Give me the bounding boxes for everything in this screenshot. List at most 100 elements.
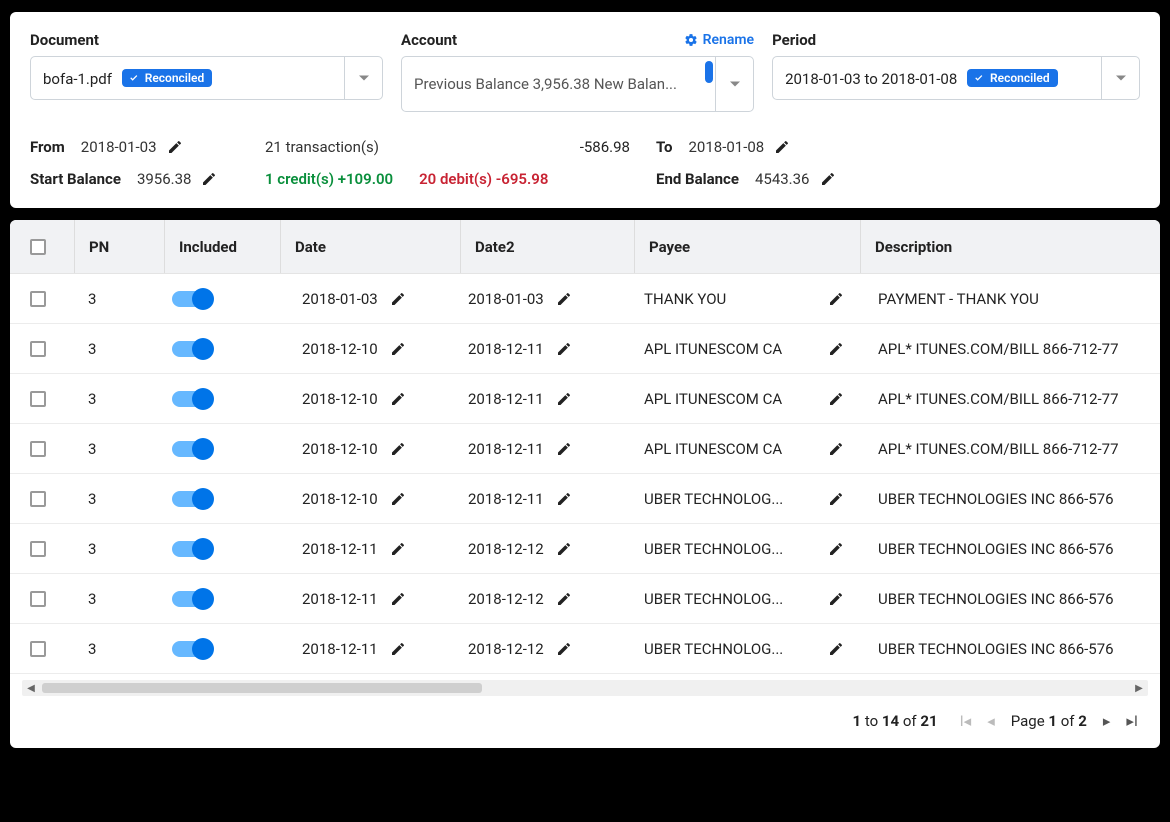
included-toggle[interactable] bbox=[172, 591, 212, 607]
row-checkbox[interactable] bbox=[30, 591, 46, 607]
row-checkbox[interactable] bbox=[30, 341, 46, 357]
edit-icon[interactable] bbox=[556, 291, 572, 307]
row-checkbox[interactable] bbox=[30, 441, 46, 457]
cell-description: PAYMENT - THANK YOU bbox=[860, 290, 1146, 308]
edit-icon[interactable] bbox=[201, 171, 217, 187]
table-row: 32018-01-032018-01-03THANK YOUPAYMENT - … bbox=[10, 274, 1160, 324]
credits-summary: 1 credit(s) +109.00 bbox=[265, 170, 393, 188]
account-select[interactable]: Previous Balance 3,956.38 New Balan... bbox=[401, 56, 754, 112]
select-all-checkbox[interactable] bbox=[30, 239, 46, 255]
edit-icon[interactable] bbox=[556, 541, 572, 557]
col-description[interactable]: Description bbox=[860, 220, 1146, 273]
chevron-down-icon[interactable] bbox=[715, 57, 753, 111]
row-checkbox[interactable] bbox=[30, 391, 46, 407]
edit-icon[interactable] bbox=[390, 491, 406, 507]
edit-icon[interactable] bbox=[774, 139, 790, 155]
edit-icon[interactable] bbox=[390, 591, 406, 607]
end-balance-label: End Balance bbox=[656, 170, 739, 188]
cell-date: 2018-12-11 bbox=[302, 540, 378, 558]
edit-icon[interactable] bbox=[828, 541, 844, 557]
start-balance-label: Start Balance bbox=[30, 170, 121, 188]
col-included[interactable]: Included bbox=[164, 220, 280, 273]
edit-icon[interactable] bbox=[556, 391, 572, 407]
col-date[interactable]: Date bbox=[280, 220, 460, 273]
edit-icon[interactable] bbox=[390, 441, 406, 457]
col-date2[interactable]: Date2 bbox=[460, 220, 634, 273]
document-select[interactable]: bofa-1.pdf Reconciled bbox=[30, 56, 383, 100]
edit-icon[interactable] bbox=[828, 591, 844, 607]
edit-icon[interactable] bbox=[167, 139, 183, 155]
reconciled-badge: Reconciled bbox=[122, 69, 213, 87]
cell-pn: 3 bbox=[74, 640, 164, 658]
cell-date2: 2018-12-12 bbox=[468, 540, 544, 558]
resize-handle-icon[interactable] bbox=[705, 61, 713, 83]
table-row: 32018-12-102018-12-11APL ITUNESCOM CAAPL… bbox=[10, 374, 1160, 424]
row-checkbox[interactable] bbox=[30, 491, 46, 507]
cell-pn: 3 bbox=[74, 440, 164, 458]
col-pn[interactable]: PN bbox=[74, 220, 164, 273]
edit-icon[interactable] bbox=[556, 341, 572, 357]
edit-icon[interactable] bbox=[390, 341, 406, 357]
edit-icon[interactable] bbox=[390, 641, 406, 657]
edit-icon[interactable] bbox=[390, 541, 406, 557]
cell-payee: APL ITUNESCOM CA bbox=[644, 390, 782, 408]
period-select[interactable]: 2018-01-03 to 2018-01-08 Reconciled bbox=[772, 56, 1140, 100]
edit-icon[interactable] bbox=[828, 391, 844, 407]
scroll-right-icon[interactable]: ▶ bbox=[1132, 681, 1146, 695]
edit-icon[interactable] bbox=[820, 171, 836, 187]
edit-icon[interactable] bbox=[828, 491, 844, 507]
cell-description: APL* ITUNES.COM/BILL 866-712-77 bbox=[860, 340, 1146, 358]
end-balance-value: 4543.36 bbox=[755, 170, 810, 188]
cell-date2: 2018-12-12 bbox=[468, 590, 544, 608]
row-checkbox[interactable] bbox=[30, 291, 46, 307]
scroll-left-icon[interactable]: ◀ bbox=[24, 681, 38, 695]
edit-icon[interactable] bbox=[556, 441, 572, 457]
pager-first-icon[interactable]: I◂ bbox=[960, 712, 972, 730]
included-toggle[interactable] bbox=[172, 641, 212, 657]
edit-icon[interactable] bbox=[828, 441, 844, 457]
cell-date: 2018-01-03 bbox=[302, 290, 378, 308]
edit-icon[interactable] bbox=[828, 341, 844, 357]
edit-icon[interactable] bbox=[556, 491, 572, 507]
edit-icon[interactable] bbox=[828, 291, 844, 307]
cell-date2: 2018-12-11 bbox=[468, 340, 544, 358]
cell-description: UBER TECHNOLOGIES INC 866-576 bbox=[860, 540, 1146, 558]
cell-date2: 2018-12-11 bbox=[468, 390, 544, 408]
account-label: Account bbox=[401, 31, 457, 49]
filters-row: Document bofa-1.pdf Reconciled Account bbox=[30, 30, 1140, 112]
included-toggle[interactable] bbox=[172, 291, 212, 307]
edit-icon[interactable] bbox=[828, 641, 844, 657]
cell-payee: THANK YOU bbox=[644, 290, 726, 308]
cell-date2: 2018-12-11 bbox=[468, 440, 544, 458]
pager-last-icon[interactable]: ▸I bbox=[1126, 712, 1138, 730]
included-toggle[interactable] bbox=[172, 541, 212, 557]
table-row: 32018-12-112018-12-12UBER TECHNOLOG...UB… bbox=[10, 574, 1160, 624]
included-toggle[interactable] bbox=[172, 441, 212, 457]
row-checkbox[interactable] bbox=[30, 641, 46, 657]
edit-icon[interactable] bbox=[556, 591, 572, 607]
cell-date2: 2018-12-11 bbox=[468, 490, 544, 508]
rename-button[interactable]: Rename bbox=[684, 32, 754, 48]
pager-counts: 1 to 14 of 21 bbox=[853, 712, 938, 730]
included-toggle[interactable] bbox=[172, 341, 212, 357]
cell-pn: 3 bbox=[74, 290, 164, 308]
row-checkbox[interactable] bbox=[30, 541, 46, 557]
edit-icon[interactable] bbox=[390, 391, 406, 407]
included-toggle[interactable] bbox=[172, 491, 212, 507]
table-row: 32018-12-102018-12-11UBER TECHNOLOG...UB… bbox=[10, 474, 1160, 524]
cell-date: 2018-12-10 bbox=[302, 390, 378, 408]
cell-payee: UBER TECHNOLOG... bbox=[644, 540, 783, 558]
check-icon bbox=[973, 72, 985, 84]
pager-next-icon[interactable]: ▸ bbox=[1103, 712, 1111, 730]
scroll-thumb[interactable] bbox=[42, 683, 482, 693]
pager-prev-icon[interactable]: ◂ bbox=[987, 712, 995, 730]
chevron-down-icon[interactable] bbox=[1101, 57, 1139, 99]
edit-icon[interactable] bbox=[556, 641, 572, 657]
chevron-down-icon[interactable] bbox=[344, 57, 382, 99]
cell-pn: 3 bbox=[74, 540, 164, 558]
edit-icon[interactable] bbox=[390, 291, 406, 307]
col-payee[interactable]: Payee bbox=[634, 220, 860, 273]
included-toggle[interactable] bbox=[172, 391, 212, 407]
horizontal-scrollbar[interactable]: ◀ ▶ bbox=[22, 680, 1148, 696]
cell-pn: 3 bbox=[74, 490, 164, 508]
